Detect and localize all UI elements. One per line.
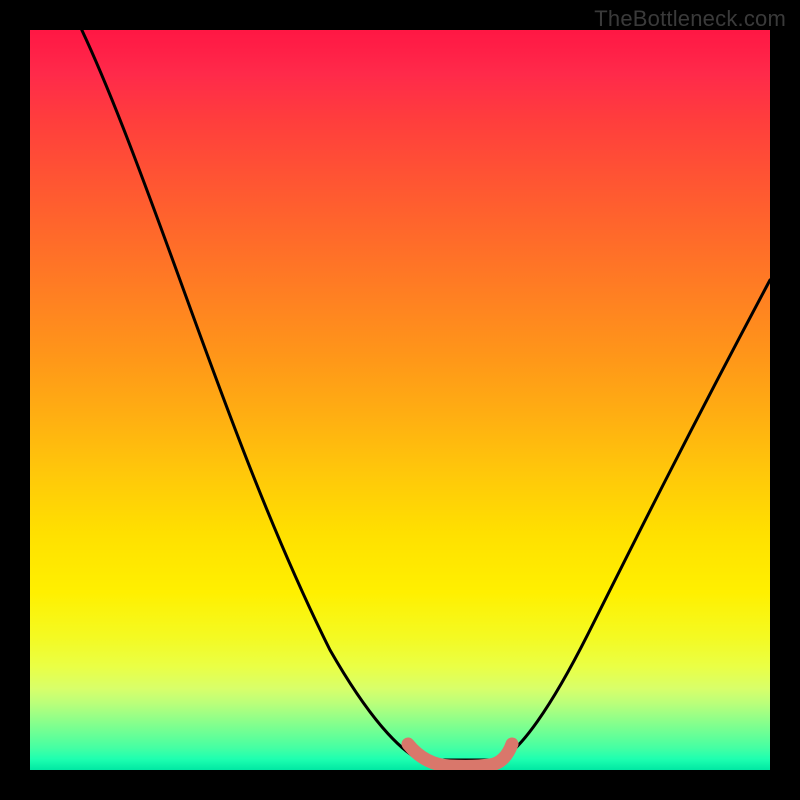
curve-layer xyxy=(30,30,770,770)
plot-area xyxy=(30,30,770,770)
attribution-label: TheBottleneck.com xyxy=(594,6,786,32)
chart-stage: TheBottleneck.com xyxy=(0,0,800,800)
optimal-band xyxy=(408,744,512,766)
bottleneck-curve xyxy=(82,30,770,760)
